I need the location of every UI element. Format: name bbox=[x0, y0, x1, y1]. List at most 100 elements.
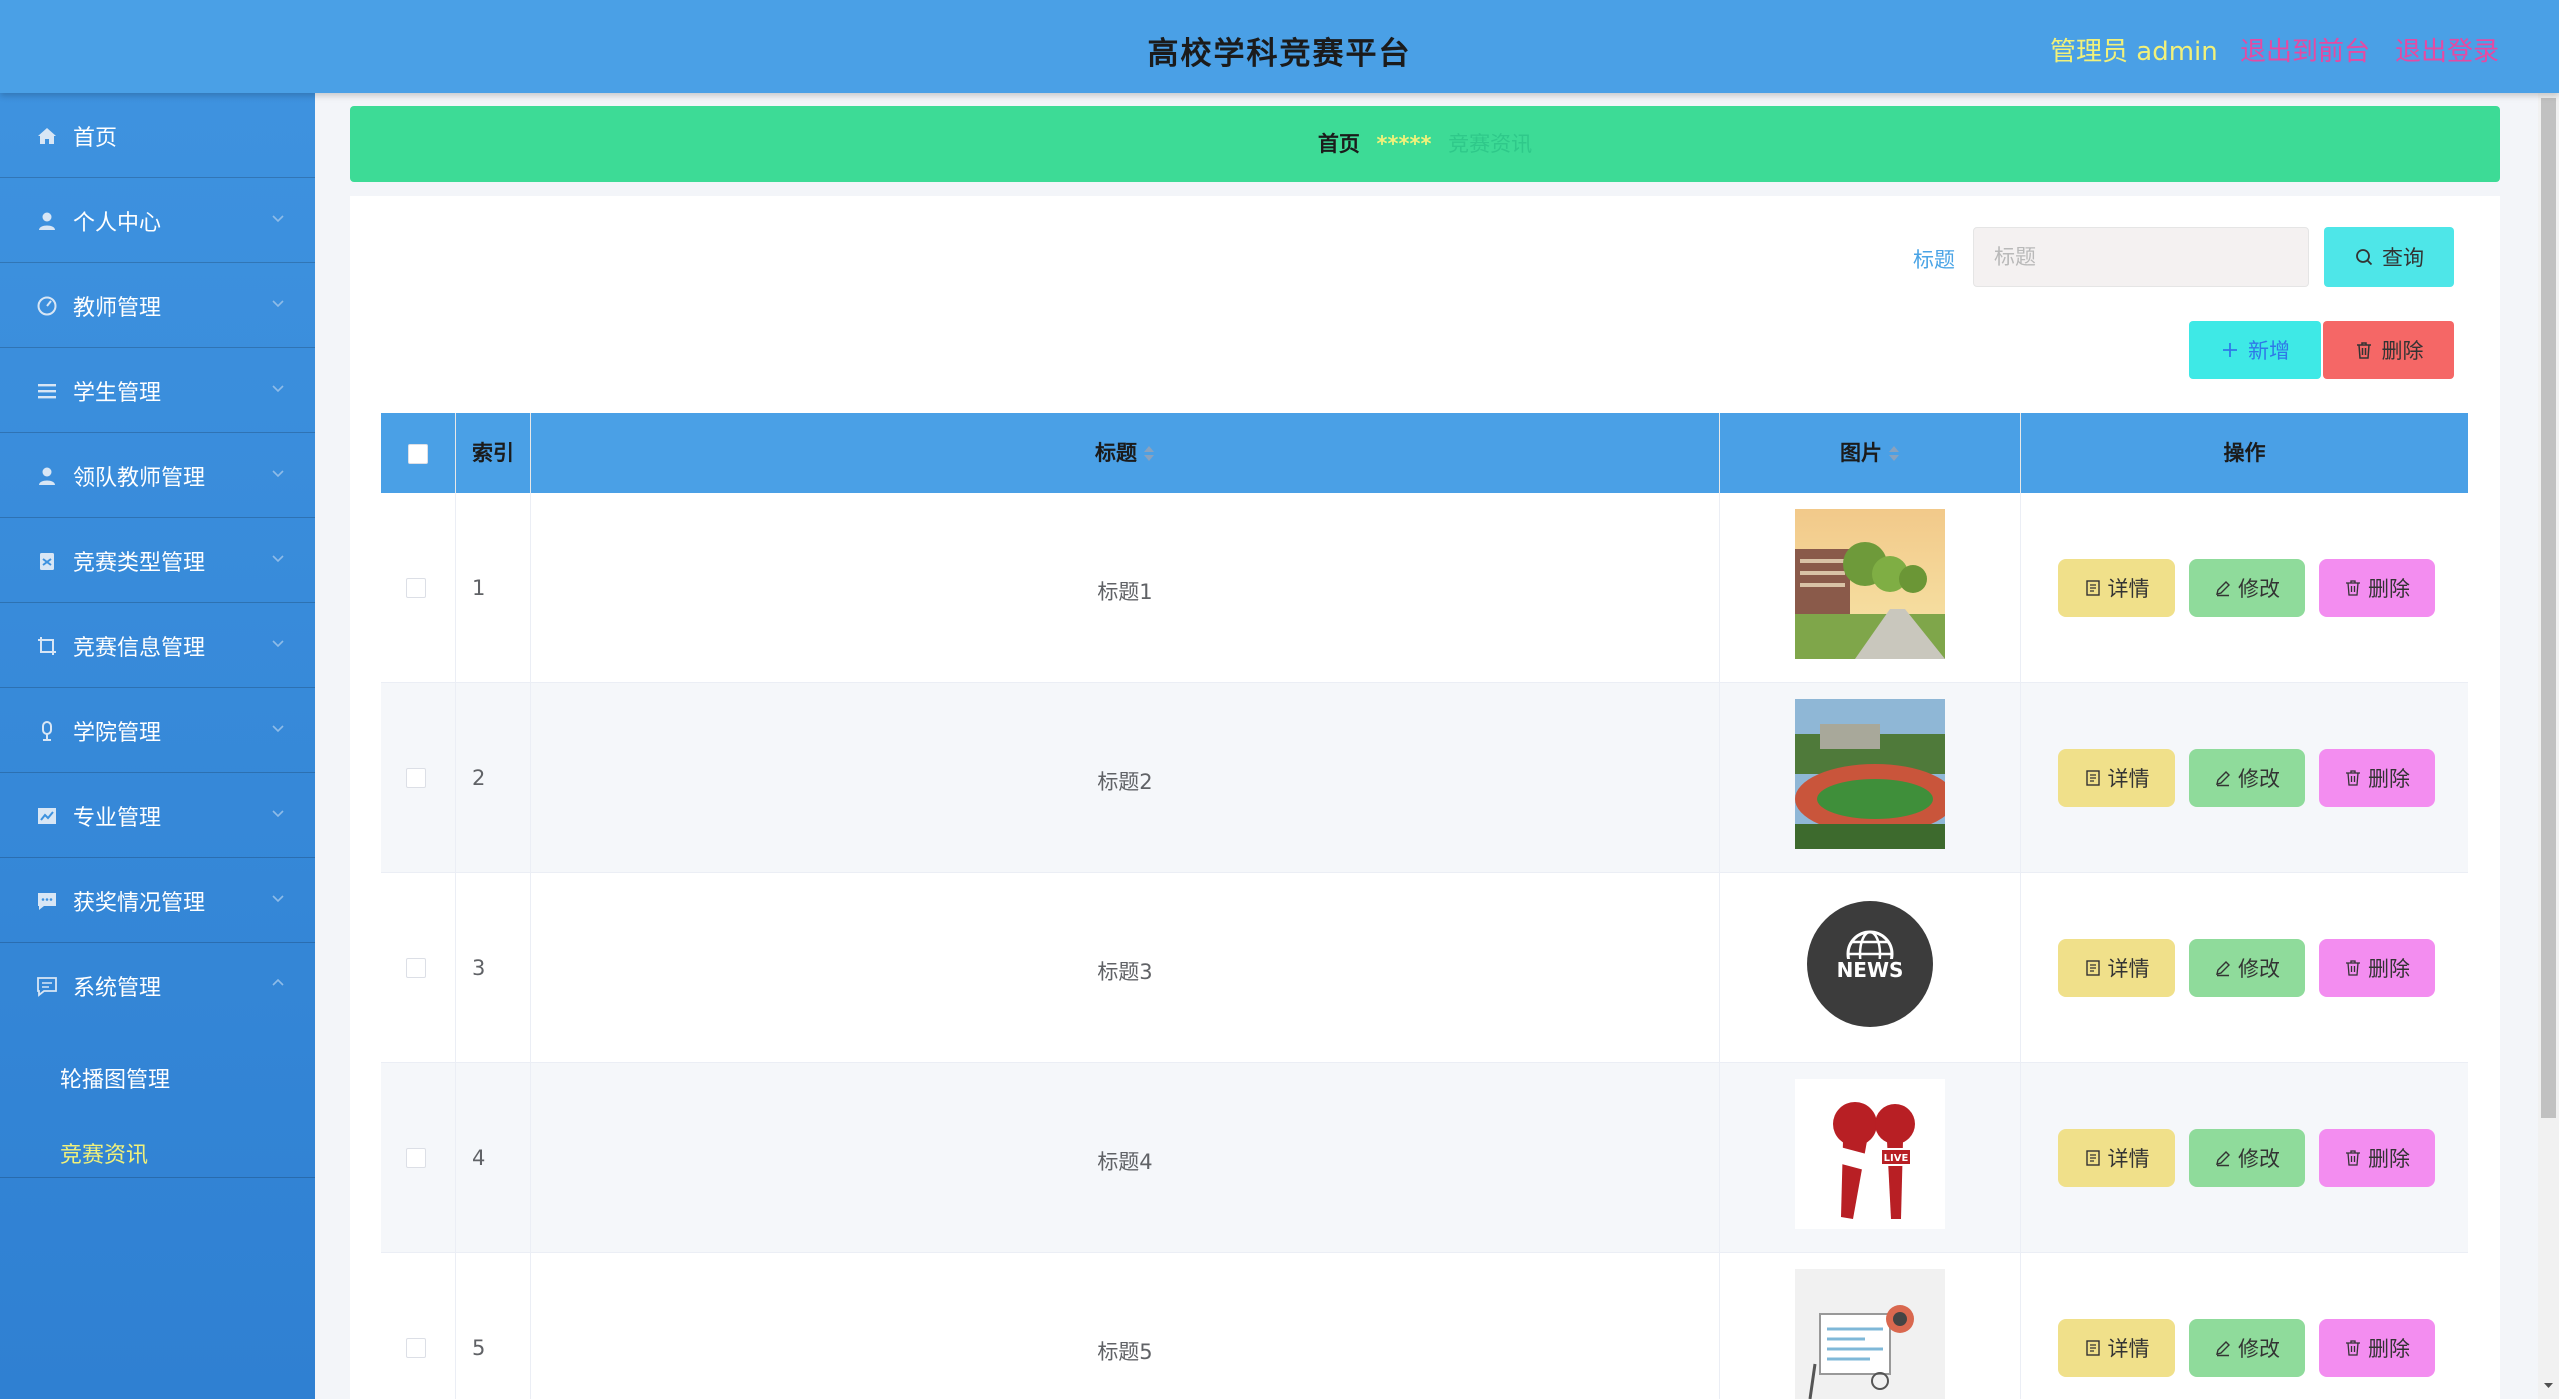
sidebar-item-competition-type[interactable]: 竞赛类型管理 bbox=[0, 518, 315, 603]
row-image-cell bbox=[1720, 683, 2021, 873]
add-button[interactable]: 新增 bbox=[2189, 321, 2321, 379]
delete-button-label: 删除 bbox=[2368, 1147, 2410, 1171]
row-title-cell: 标题4 bbox=[531, 1063, 1720, 1253]
row-checkbox[interactable] bbox=[406, 1338, 426, 1358]
row-select-cell bbox=[381, 493, 456, 683]
sidebar-item-awards[interactable]: 获奖情况管理 bbox=[0, 858, 315, 943]
edit-button-label: 修改 bbox=[2238, 1147, 2280, 1171]
sidebar-item-label: 学院管理 bbox=[73, 721, 162, 746]
breadcrumb-separator: ***** bbox=[1376, 132, 1432, 156]
row-index-cell: 4 bbox=[456, 1063, 531, 1253]
user-icon bbox=[39, 467, 55, 485]
news-table: 索引 标题 图片 操作 1 标题1 详情 修改 删除 2 标题2 详情 修改 删… bbox=[381, 413, 2468, 1399]
sidebar-item-home[interactable]: 首页 bbox=[0, 93, 315, 178]
row-checkbox[interactable] bbox=[406, 958, 426, 978]
svg-text:LIVE: LIVE bbox=[1884, 1153, 1909, 1164]
detail-button[interactable]: 详情 bbox=[2058, 749, 2175, 807]
chevron-down-icon bbox=[272, 640, 284, 648]
edit-icon bbox=[2216, 1341, 2230, 1357]
sidebar-item-label: 竞赛类型管理 bbox=[73, 551, 206, 576]
row-index: 4 bbox=[472, 1146, 486, 1170]
row-checkbox[interactable] bbox=[406, 578, 426, 598]
delete-button-label: 删除 bbox=[2368, 1337, 2410, 1361]
edit-button[interactable]: 修改 bbox=[2189, 1319, 2305, 1377]
row-title-cell: 标题1 bbox=[531, 493, 1720, 683]
header-title[interactable]: 标题 bbox=[531, 413, 1720, 493]
delete-button[interactable]: 删除 bbox=[2319, 939, 2435, 997]
detail-button[interactable]: 详情 bbox=[2058, 559, 2175, 617]
chevron-down-icon bbox=[272, 810, 284, 818]
row-thumbnail[interactable] bbox=[1795, 509, 1945, 659]
detail-button[interactable]: 详情 bbox=[2058, 939, 2175, 997]
sidebar-item-label: 学生管理 bbox=[73, 381, 162, 406]
exit-to-front-link[interactable]: 退出到前台 bbox=[2240, 31, 2370, 68]
delete-button[interactable]: 删除 bbox=[2319, 559, 2435, 617]
row-checkbox[interactable] bbox=[406, 1148, 426, 1168]
trash-icon bbox=[2346, 960, 2360, 976]
row-actions-cell: 详情 修改 删除 bbox=[2021, 493, 2468, 683]
document-icon bbox=[2085, 580, 2100, 596]
chevron-down-icon bbox=[272, 895, 284, 903]
header-image[interactable]: 图片 bbox=[1720, 413, 2021, 493]
sidebar-item-teacher[interactable]: 教师管理 bbox=[0, 263, 315, 348]
row-index-cell: 2 bbox=[456, 683, 531, 873]
sidebar-subitem-competition-news[interactable]: 竞赛资讯 bbox=[60, 1137, 148, 1169]
row-checkbox[interactable] bbox=[406, 768, 426, 788]
scroll-down-arrow-icon[interactable] bbox=[2541, 1378, 2556, 1393]
detail-button[interactable]: 详情 bbox=[2058, 1129, 2175, 1187]
edit-button[interactable]: 修改 bbox=[2189, 1129, 2305, 1187]
sidebar-item-personal-center[interactable]: 个人中心 bbox=[0, 178, 315, 263]
edit-button[interactable]: 修改 bbox=[2189, 939, 2305, 997]
delete-button[interactable]: 删除 bbox=[2319, 1129, 2435, 1187]
row-select-cell bbox=[381, 1253, 456, 1399]
row-title-cell: 标题3 bbox=[531, 873, 1720, 1063]
top-header: 高校学科竞赛平台 管理员 admin 退出到前台 退出登录 bbox=[0, 0, 2559, 93]
edit-button[interactable]: 修改 bbox=[2189, 559, 2305, 617]
edit-button[interactable]: 修改 bbox=[2189, 749, 2305, 807]
news-globe-icon: NEWS bbox=[1807, 901, 1933, 1027]
sidebar-item-college[interactable]: 学院管理 bbox=[0, 688, 315, 773]
delete-button[interactable]: 删除 bbox=[2319, 749, 2435, 807]
query-button-label: 查询 bbox=[2382, 246, 2424, 270]
sort-icon[interactable] bbox=[1888, 445, 1900, 463]
detail-button[interactable]: 详情 bbox=[2058, 1319, 2175, 1377]
edit-button-label: 修改 bbox=[2238, 577, 2280, 601]
row-title-cell: 标题5 bbox=[531, 1253, 1720, 1399]
row-title-cell: 标题2 bbox=[531, 683, 1720, 873]
table-row: 3 标题3 NEWS 详情 修改 删除 bbox=[381, 873, 2468, 1063]
breadcrumb: 首页 ***** 竞赛资讯 bbox=[350, 106, 2500, 182]
row-thumbnail[interactable]: LIVE bbox=[1795, 1079, 1945, 1229]
sidebar-item-competition-info[interactable]: 竞赛信息管理 bbox=[0, 603, 315, 688]
header-index: 索引 bbox=[456, 413, 531, 493]
delete-button[interactable]: 删除 bbox=[2319, 1319, 2435, 1377]
sidebar-subitem-carousel[interactable]: 轮播图管理 bbox=[60, 1062, 170, 1094]
mic-icon bbox=[42, 721, 52, 741]
trash-icon bbox=[2346, 1150, 2360, 1166]
header-title-label: 标题 bbox=[1095, 441, 1137, 465]
breadcrumb-home[interactable]: 首页 bbox=[1318, 132, 1360, 156]
scrollbar-thumb[interactable] bbox=[2541, 98, 2556, 1118]
sidebar-item-student[interactable]: 学生管理 bbox=[0, 348, 315, 433]
row-title: 标题3 bbox=[1097, 960, 1153, 984]
row-select-cell bbox=[381, 683, 456, 873]
breadcrumb-current: 竞赛资讯 bbox=[1448, 132, 1533, 156]
search-title-input[interactable] bbox=[1973, 227, 2309, 287]
sidebar-item-system[interactable]: 系统管理 bbox=[0, 943, 315, 1028]
sidebar-item-label: 教师管理 bbox=[73, 296, 162, 321]
batch-delete-button[interactable]: 删除 bbox=[2323, 321, 2454, 379]
sidebar-item-team-teacher[interactable]: 领队教师管理 bbox=[0, 433, 315, 518]
search-title-label: 标题 bbox=[1913, 248, 1955, 272]
row-thumbnail[interactable] bbox=[1795, 699, 1945, 849]
crop-icon bbox=[38, 637, 56, 655]
logout-link[interactable]: 退出登录 bbox=[2395, 31, 2499, 68]
sidebar-item-major[interactable]: 专业管理 bbox=[0, 773, 315, 858]
message-icon bbox=[37, 977, 57, 997]
select-all-checkbox[interactable] bbox=[408, 444, 428, 464]
row-index: 3 bbox=[472, 956, 486, 980]
row-thumbnail[interactable]: NEWS bbox=[1795, 889, 1945, 1039]
edit-icon bbox=[2216, 771, 2230, 787]
query-button[interactable]: 查询 bbox=[2324, 227, 2454, 287]
row-thumbnail[interactable] bbox=[1795, 1269, 1945, 1399]
sort-icon[interactable] bbox=[1143, 445, 1155, 463]
user-icon bbox=[39, 212, 55, 230]
